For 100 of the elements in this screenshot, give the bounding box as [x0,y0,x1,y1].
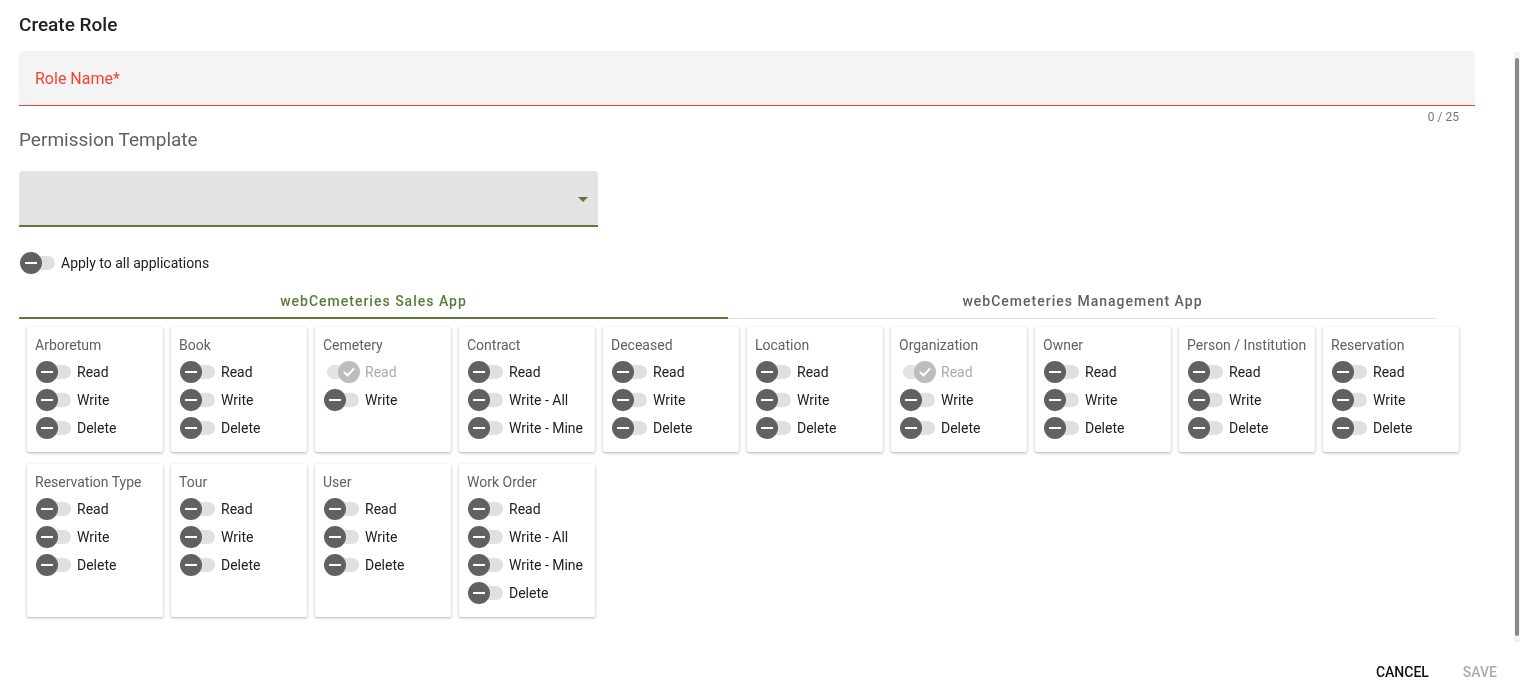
permission-label: Write [653,392,686,408]
permission-label: Write [1085,392,1118,408]
permission-label: Read [77,501,109,517]
permission-label: Write - Mine [509,557,584,573]
toggle-switch[interactable] [35,553,73,577]
permission-label: Read [509,501,541,517]
toggle-switch[interactable] [1043,360,1081,384]
permission-label: Read [77,364,109,380]
scrollbar[interactable] [1514,52,1520,642]
permission-label: Delete [221,557,261,573]
toggle-switch[interactable] [323,553,361,577]
toggle-switch[interactable] [1187,416,1225,440]
dialog-title: Create Role [19,13,119,37]
card-title: Contract [467,336,522,354]
permission-label: Write [77,529,110,545]
section-heading: Permission Template [19,128,199,151]
toggle-switch[interactable] [179,360,217,384]
toggle-switch[interactable] [179,497,217,521]
permission-label: Write [941,392,974,408]
card-title: Person / Institution [1187,336,1307,354]
toggle-switch[interactable] [467,497,505,521]
permission-label: Write [365,392,398,408]
dialog-button[interactable]: CANCEL [1363,660,1441,684]
toggle-switch[interactable] [467,525,505,549]
app-tab[interactable]: webCemeteries Sales App [19,285,728,319]
toggle-switch[interactable] [19,251,57,275]
toggle-switch[interactable] [467,581,505,605]
permission-label: Read [941,364,973,380]
permission-label: Delete [797,420,837,436]
toggle-switch[interactable] [323,388,361,412]
toggle-switch[interactable] [179,416,217,440]
permission-label: Write [1229,392,1262,408]
card-title: Location [755,336,811,354]
toggle-switch[interactable] [179,553,217,577]
toggle-switch[interactable] [35,497,73,521]
toggle-switch[interactable] [467,553,505,577]
permission-label: Delete [941,420,981,436]
card-title: User [323,473,353,491]
toggle-switch[interactable] [1331,388,1369,412]
toggle-switch[interactable] [35,416,73,440]
permission-label: Read [653,364,685,380]
character-counter: 0 / 25 [1427,110,1459,124]
app-tab[interactable]: webCemeteries Management App [728,285,1437,319]
toggle-switch[interactable] [611,360,649,384]
permission-label: Read [1229,364,1261,380]
card-title: Tour [179,473,209,491]
permission-label: Read [365,501,397,517]
permission-label: Delete [653,420,693,436]
permission-label: Delete [365,557,405,573]
permission-label: Delete [1229,420,1269,436]
toggle-switch[interactable] [467,388,505,412]
permission-label: Read [365,364,397,380]
permission-label: Write [77,392,110,408]
toggle-switch[interactable] [1043,388,1081,412]
permission-label: Write - All [509,392,569,408]
permission-label: Write [797,392,830,408]
card-title: Reservation Type [35,473,143,491]
toggle-switch[interactable] [611,416,649,440]
permission-label: Read [221,501,253,517]
toggle-switch[interactable] [1187,388,1225,412]
permission-label: Read [1373,364,1405,380]
toggle-switch[interactable] [755,388,793,412]
toggle-label: Apply to all applications [61,255,210,271]
toggle-switch[interactable] [35,360,73,384]
toggle-switch[interactable] [1331,360,1369,384]
toggle-switch[interactable] [755,360,793,384]
permission-label: Delete [77,420,117,436]
template-dropdown[interactable] [19,171,598,227]
toggle-switch[interactable] [35,388,73,412]
permission-label: Read [221,364,253,380]
toggle-switch[interactable] [467,416,505,440]
card-title: Arboretum [35,336,103,354]
card-title: Book [179,336,212,354]
card-title: Reservation [1331,336,1406,354]
role-name-field[interactable]: Role Name* [19,51,1475,106]
toggle-switch[interactable] [323,525,361,549]
card-title: Owner [1043,336,1085,354]
permission-label: Delete [1373,420,1413,436]
toggle-switch[interactable] [179,525,217,549]
permission-label: Write [365,529,398,545]
card-title: Deceased [611,336,674,354]
toggle-switch[interactable] [323,497,361,521]
toggle-switch[interactable] [1331,416,1369,440]
permission-label: Delete [77,557,117,573]
toggle-switch[interactable] [1187,360,1225,384]
toggle-switch[interactable] [467,360,505,384]
card-title: Work Order [467,473,538,491]
toggle-switch[interactable] [611,388,649,412]
permission-label: Write [221,392,254,408]
permission-label: Delete [1085,420,1125,436]
toggle-switch[interactable] [899,416,937,440]
toggle-switch[interactable] [755,416,793,440]
permission-label: Write - All [509,529,569,545]
toggle-switch[interactable] [1043,416,1081,440]
permission-label: Delete [509,585,549,601]
toggle-switch[interactable] [179,388,217,412]
permission-label: Write [221,529,254,545]
toggle-switch[interactable] [899,388,937,412]
card-title: Organization [899,336,980,354]
toggle-switch[interactable] [35,525,73,549]
